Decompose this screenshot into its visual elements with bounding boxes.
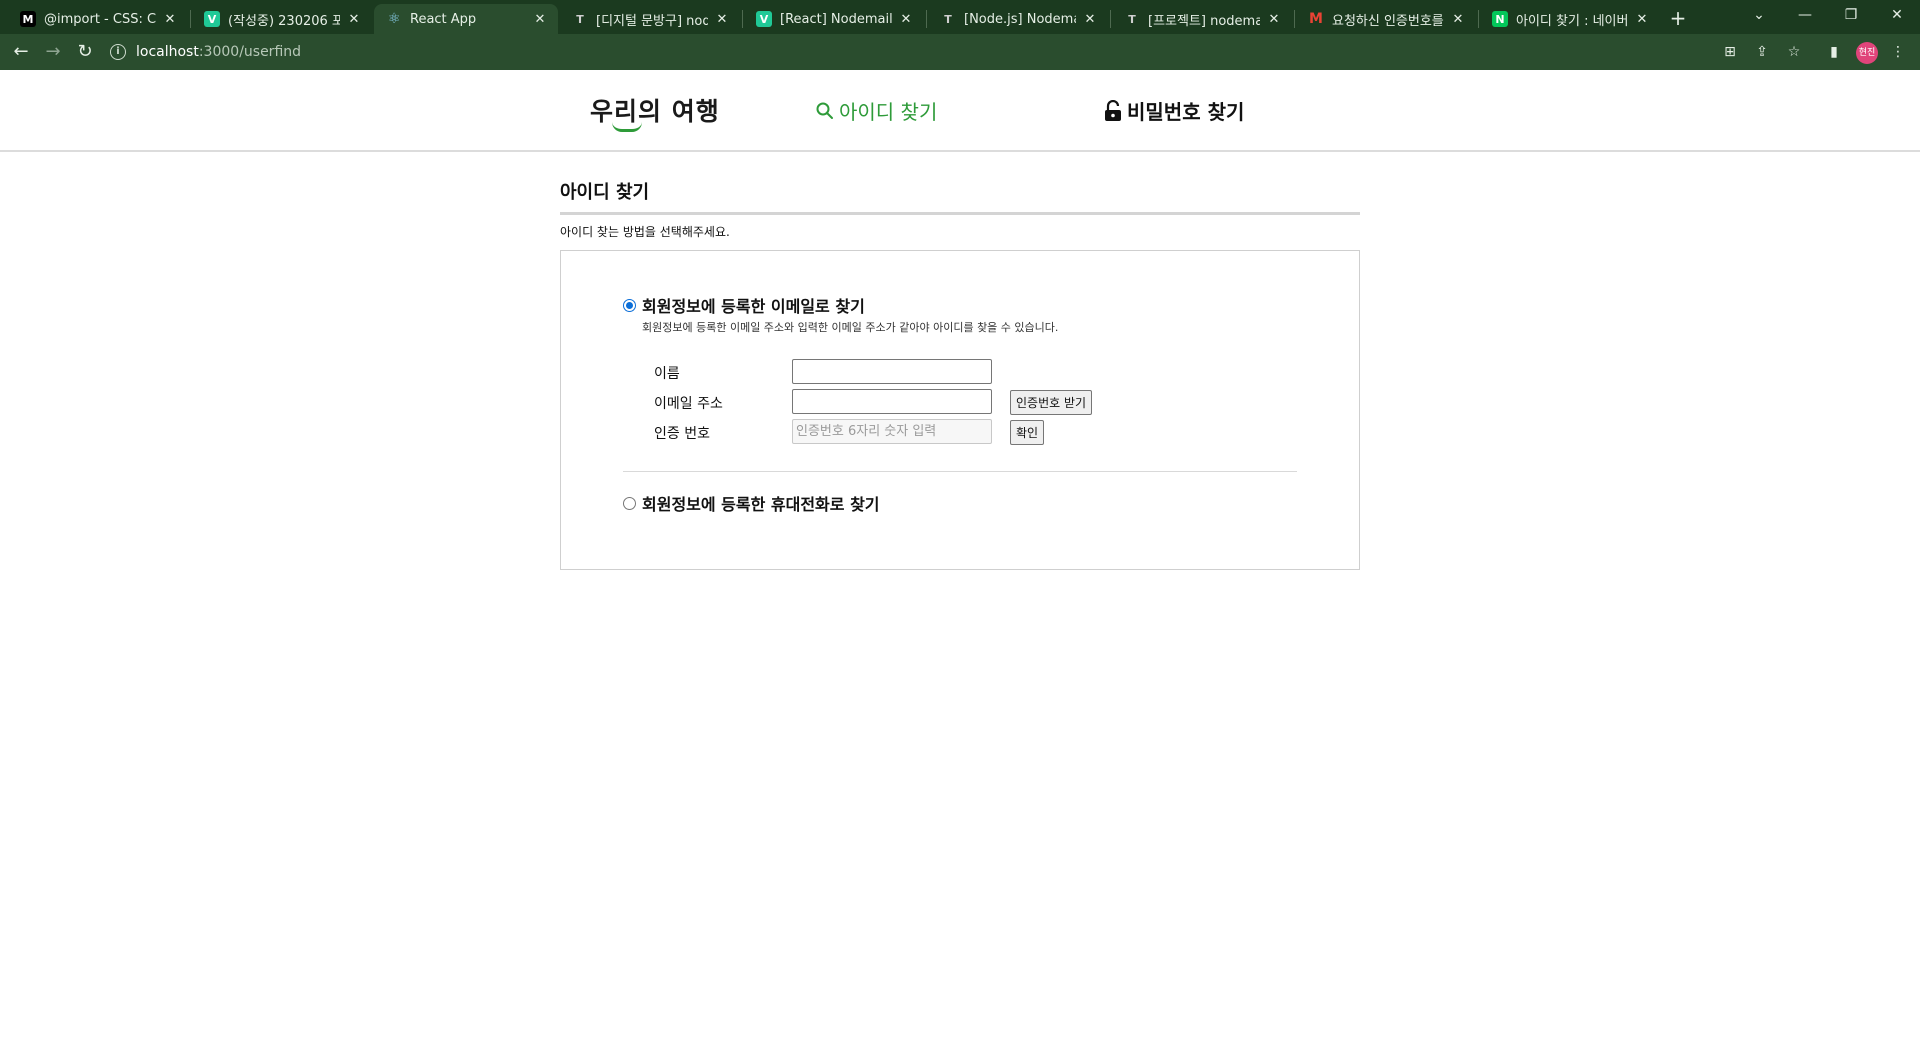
tab-title: [프로젝트] nodemaile [1148,13,1260,29]
email-option-description: 회원정보에 등록한 이메일 주소와 입력한 이메일 주소가 같아야 아이디를 찾… [642,321,1059,334]
nav-find-id[interactable]: 아이디 찾기 [815,96,937,125]
close-tab-icon[interactable]: ✕ [162,12,178,27]
close-tab-icon[interactable]: ✕ [346,12,362,27]
tab-title: [React] Nodemailer G [780,11,892,27]
tab-title: @import - CSS: Casca [44,11,156,27]
email-option-radio[interactable] [623,298,636,312]
naver-favicon-icon: N [1492,11,1508,27]
tab-react-app[interactable]: ⚛ React App ✕ [374,4,558,34]
share-icon[interactable]: ⇪ [1753,43,1771,61]
address-bar[interactable]: i localhost:3000/userfind [110,39,1730,65]
phone-option-radio[interactable] [623,496,636,510]
name-label: 이름 [654,366,680,382]
email-label: 이메일 주소 [654,396,723,412]
tab-gmail-verification[interactable]: M 요청하신 인증번호를 ✕ [1296,4,1476,34]
browser-toolbar: ← → ↻ i localhost:3000/userfind ⊞ ⇪ ☆ ▮ … [0,34,1920,70]
option-phone[interactable]: 회원정보에 등록한 휴대전화로 찾기 [623,491,880,515]
tab-separator [1110,10,1111,28]
close-tab-icon[interactable]: ✕ [1082,12,1098,27]
unlock-icon [1105,99,1121,121]
tab-project-nodemailer[interactable]: T [프로젝트] nodemaile ✕ [1112,4,1292,34]
close-tab-icon[interactable]: ✕ [1634,12,1650,27]
side-panel-icon[interactable]: ▮ [1825,43,1843,61]
site-header: 우리의 여행 아이디 찾기 비밀번호 찾기 [0,70,1920,152]
tab-naver-find-id[interactable]: N 아이디 찾기 : 네이버 ✕ [1480,4,1660,34]
tab-velog-portfolio[interactable]: V (작성중) 230206 포트 ✕ [192,4,372,34]
site-info-icon[interactable]: i [110,44,126,60]
page-description: 아이디 찾는 방법을 선택해주세요. [560,225,730,239]
tab-separator [926,10,927,28]
option-email[interactable]: 회원정보에 등록한 이메일로 찾기 [623,293,865,317]
velog-favicon-icon: V [756,11,772,27]
reload-icon[interactable]: ↻ [72,40,98,64]
new-tab-button[interactable]: + [1663,4,1693,32]
close-tab-icon[interactable]: ✕ [1450,12,1466,27]
tistory-favicon-icon: T [1128,12,1136,26]
window-close-icon[interactable]: ✕ [1874,0,1920,30]
browser-tab-bar: M @import - CSS: Casca ✕ V (작성중) 230206 … [0,0,1920,34]
tab-separator [1294,10,1295,28]
site-logo[interactable]: 우리의 여행 [590,92,720,132]
url-path: :3000/userfind [198,44,302,60]
mdn-favicon-icon: M [20,11,36,27]
tistory-favicon-icon: T [576,12,584,26]
code-label: 인증 번호 [654,426,710,442]
tab-title: 요청하신 인증번호를 [1332,13,1444,29]
tab-title: (작성중) 230206 포트 [228,13,340,29]
tistory-favicon-icon: T [944,12,952,26]
page-title: 아이디 찾기 [560,178,1360,215]
tab-title: [Node.js] Nodemailer [964,11,1076,27]
phone-option-label[interactable]: 회원정보에 등록한 휴대전화로 찾기 [642,491,880,515]
send-code-button[interactable]: 인증번호 받기 [1010,390,1093,415]
email-input[interactable] [792,389,992,414]
verification-code-input[interactable] [792,419,992,444]
name-input[interactable] [792,359,992,384]
tab-react-nodemailer[interactable]: V [React] Nodemailer G ✕ [744,4,924,34]
tab-title: 아이디 찾기 : 네이버 [1516,13,1628,29]
tab-separator [1478,10,1479,28]
tab-separator [190,10,191,28]
tab-digital-stationery[interactable]: T [디지털 문방구] node ✕ [560,4,740,34]
profile-avatar[interactable]: 현진 [1856,42,1878,64]
velog-favicon-icon: V [204,11,220,27]
browser-menu-icon[interactable]: ⋮ [1889,43,1907,61]
minimize-icon[interactable]: — [1782,0,1828,30]
tab-search-chevron-icon[interactable]: ⌄ [1736,0,1782,30]
close-tab-icon[interactable]: ✕ [532,12,548,27]
nav-find-id-label: 아이디 찾기 [839,100,938,124]
nav-find-password-label: 비밀번호 찾기 [1127,100,1245,124]
find-method-box: 회원정보에 등록한 이메일로 찾기 회원정보에 등록한 이메일 주소와 입력한 … [560,250,1360,570]
nav-find-password[interactable]: 비밀번호 찾기 [1103,96,1244,125]
option-divider [623,471,1297,472]
logo-text: 우리의 여행 [590,97,720,126]
restore-icon[interactable]: ❐ [1828,0,1874,30]
close-tab-icon[interactable]: ✕ [898,12,914,27]
close-tab-icon[interactable]: ✕ [714,12,730,27]
page-viewport: 우리의 여행 아이디 찾기 비밀번호 찾기 아이디 찾기 아이디 찾는 방법을 … [0,70,1920,1040]
forward-icon[interactable]: → [40,40,66,64]
react-favicon-icon: ⚛ [387,11,401,27]
tab-title: React App [410,11,477,27]
confirm-code-button[interactable]: 확인 [1010,420,1045,445]
url-host: localhost [136,44,199,60]
tab-separator [742,10,743,28]
tab-mdn-import[interactable]: M @import - CSS: Casca ✕ [8,4,188,34]
logo-smile-icon [612,122,642,132]
translate-icon[interactable]: ⊞ [1721,43,1739,61]
search-icon [816,102,833,119]
email-option-label[interactable]: 회원정보에 등록한 이메일로 찾기 [642,293,865,317]
tab-title: [디지털 문방구] node [596,13,708,29]
back-icon[interactable]: ← [8,40,34,64]
close-tab-icon[interactable]: ✕ [1266,12,1282,27]
gmail-favicon-icon: M [1309,11,1323,27]
bookmark-star-icon[interactable]: ☆ [1785,43,1803,61]
tab-nodejs-nodemailer[interactable]: T [Node.js] Nodemailer ✕ [928,4,1108,34]
find-id-section: 아이디 찾기 아이디 찾는 방법을 선택해주세요. 회원정보에 등록한 이메일로… [560,178,1360,570]
